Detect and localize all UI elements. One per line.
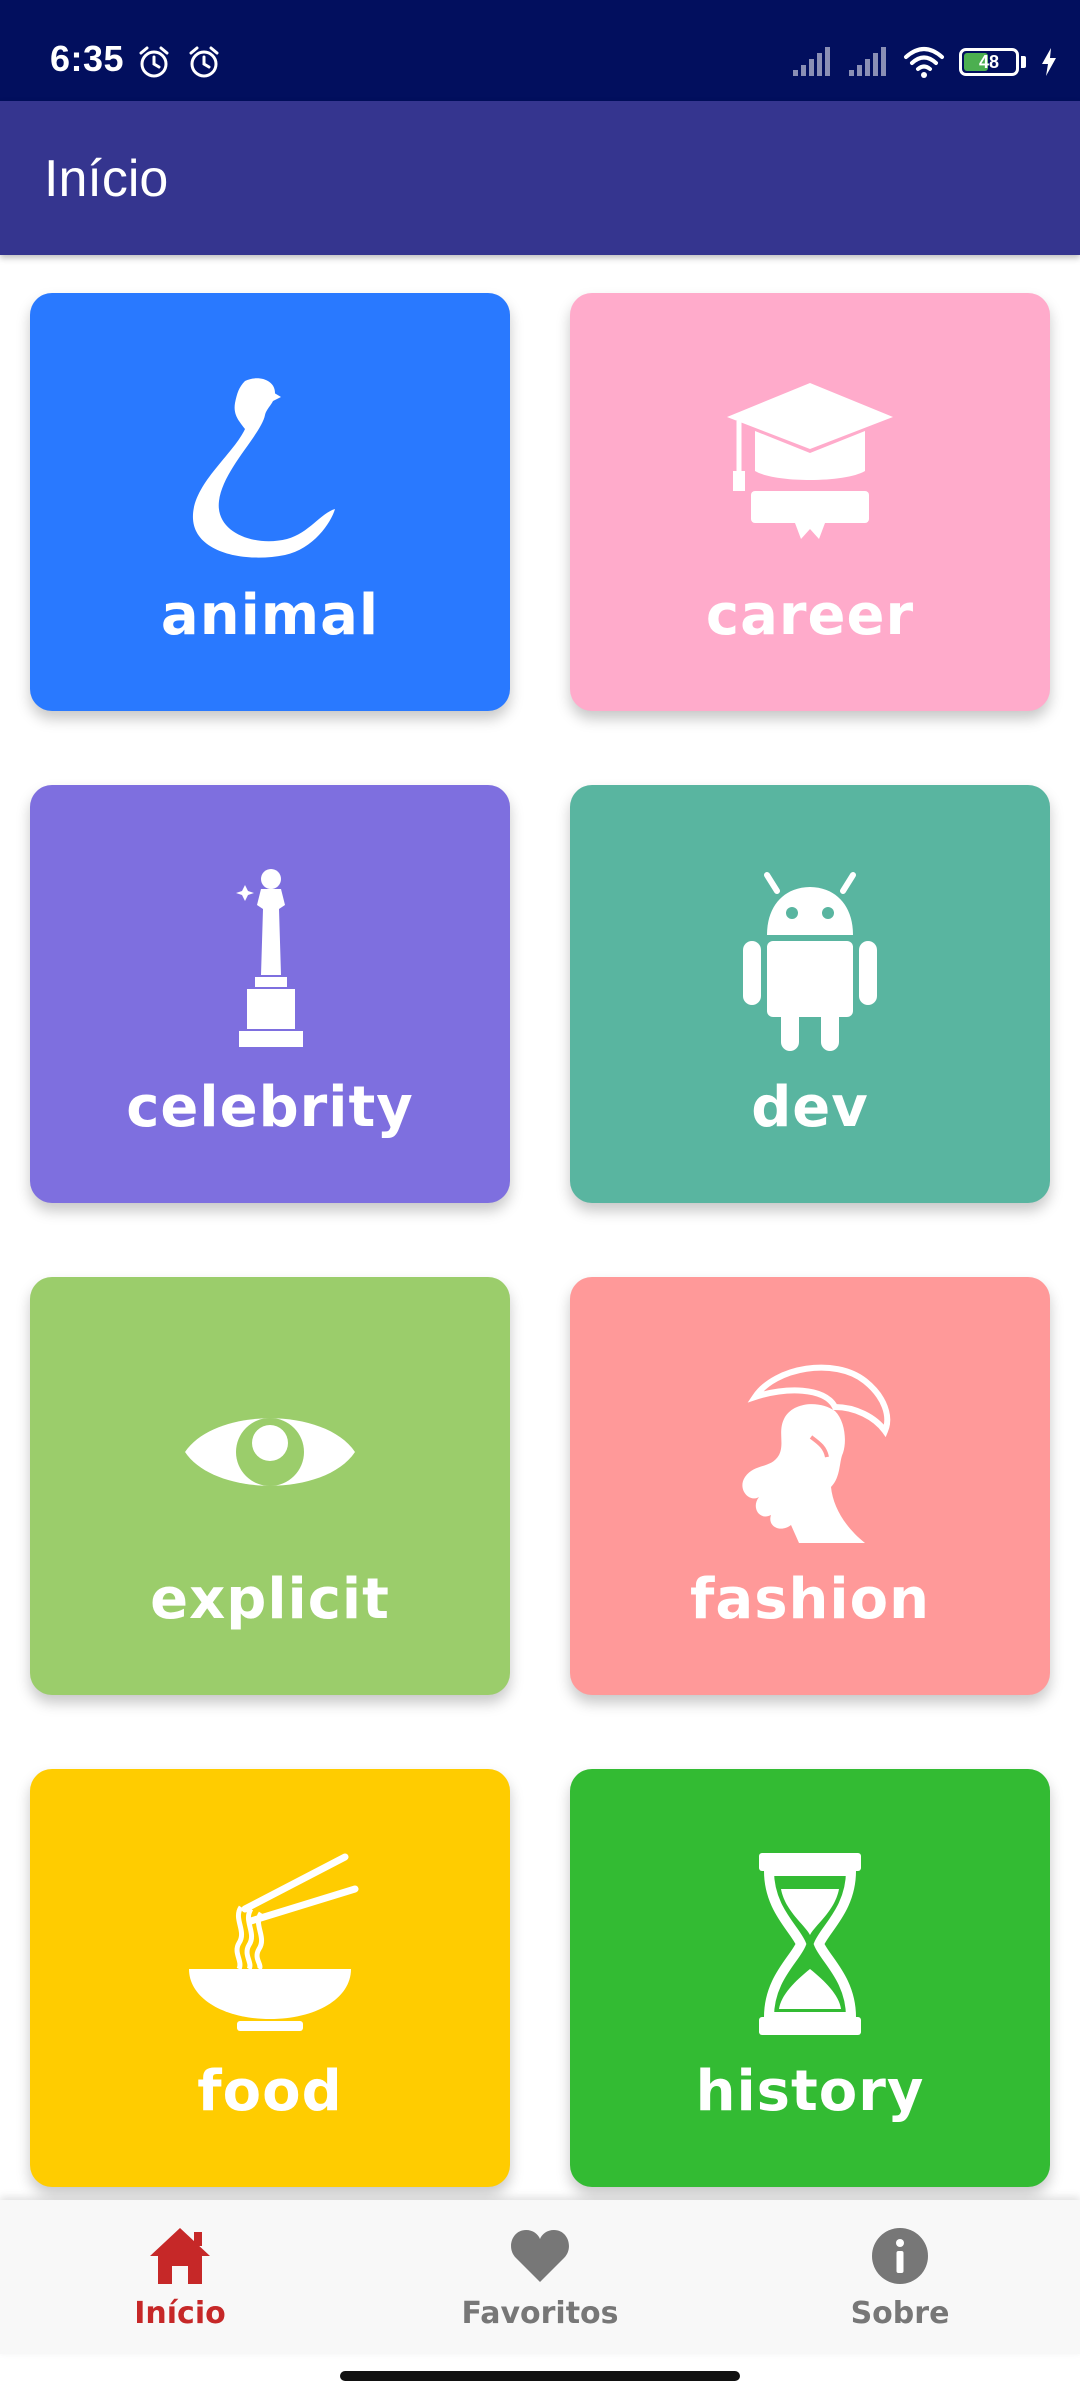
nav-item-favoritos[interactable]: Favoritos: [360, 2200, 720, 2354]
signal-icon: [793, 47, 830, 76]
category-card-animal[interactable]: animal: [30, 293, 510, 711]
home-icon: [150, 2228, 210, 2284]
category-label: career: [705, 583, 915, 648]
snake-icon: [192, 378, 335, 558]
category-label: history: [695, 2059, 925, 2124]
category-card-explicit[interactable]: explicit: [30, 1277, 510, 1695]
eye-icon: [185, 1418, 355, 1486]
nav-item-sobre[interactable]: Sobre: [720, 2200, 1080, 2354]
category-card-career[interactable]: career: [570, 293, 1050, 711]
charging-icon: [1042, 48, 1056, 76]
heart-icon: [511, 2230, 569, 2282]
info-icon: [872, 2228, 928, 2284]
noodle-bowl-icon: [189, 1853, 359, 2031]
oscar-statue-icon: [236, 869, 303, 1047]
nav-label: Sobre: [850, 2296, 950, 2331]
home-indicator: [340, 2371, 740, 2381]
category-card-celebrity[interactable]: celebrity: [30, 785, 510, 1203]
alarm-icon: [139, 46, 169, 78]
category-label: explicit: [150, 1567, 390, 1632]
alarm-icon: [189, 46, 219, 78]
battery-icon: 48: [959, 48, 1019, 76]
category-card-fashion[interactable]: fashion: [570, 1277, 1050, 1695]
battery-percent: 48: [978, 52, 1000, 72]
battery-nub: [1021, 56, 1026, 68]
nav-item-inicio[interactable]: Início: [0, 2200, 360, 2354]
wifi-icon: [904, 47, 944, 78]
hourglass-icon: [759, 1853, 861, 2035]
category-label: food: [197, 2059, 343, 2124]
page-title: Início: [44, 150, 169, 208]
category-label: dev: [751, 1075, 869, 1140]
app-bar: Início: [0, 101, 1080, 255]
category-label: animal: [160, 583, 380, 648]
category-card-dev[interactable]: dev: [570, 785, 1050, 1203]
category-label: fashion: [690, 1567, 930, 1632]
nav-label: Favoritos: [461, 2296, 619, 2331]
status-bar: 6:35 48: [0, 0, 1080, 101]
status-time: 6:35: [50, 38, 125, 79]
bottom-navigation: Início Favoritos Sobre: [0, 2200, 1080, 2354]
android-icon: [743, 872, 877, 1051]
category-card-history[interactable]: history: [570, 1769, 1050, 2187]
woman-hat-icon: [742, 1364, 891, 1543]
signal-icon: [849, 47, 886, 76]
category-card-food[interactable]: food: [30, 1769, 510, 2187]
nav-label: Início: [134, 2296, 226, 2331]
category-label: celebrity: [126, 1075, 414, 1140]
graduation-cap-icon: [727, 383, 893, 539]
